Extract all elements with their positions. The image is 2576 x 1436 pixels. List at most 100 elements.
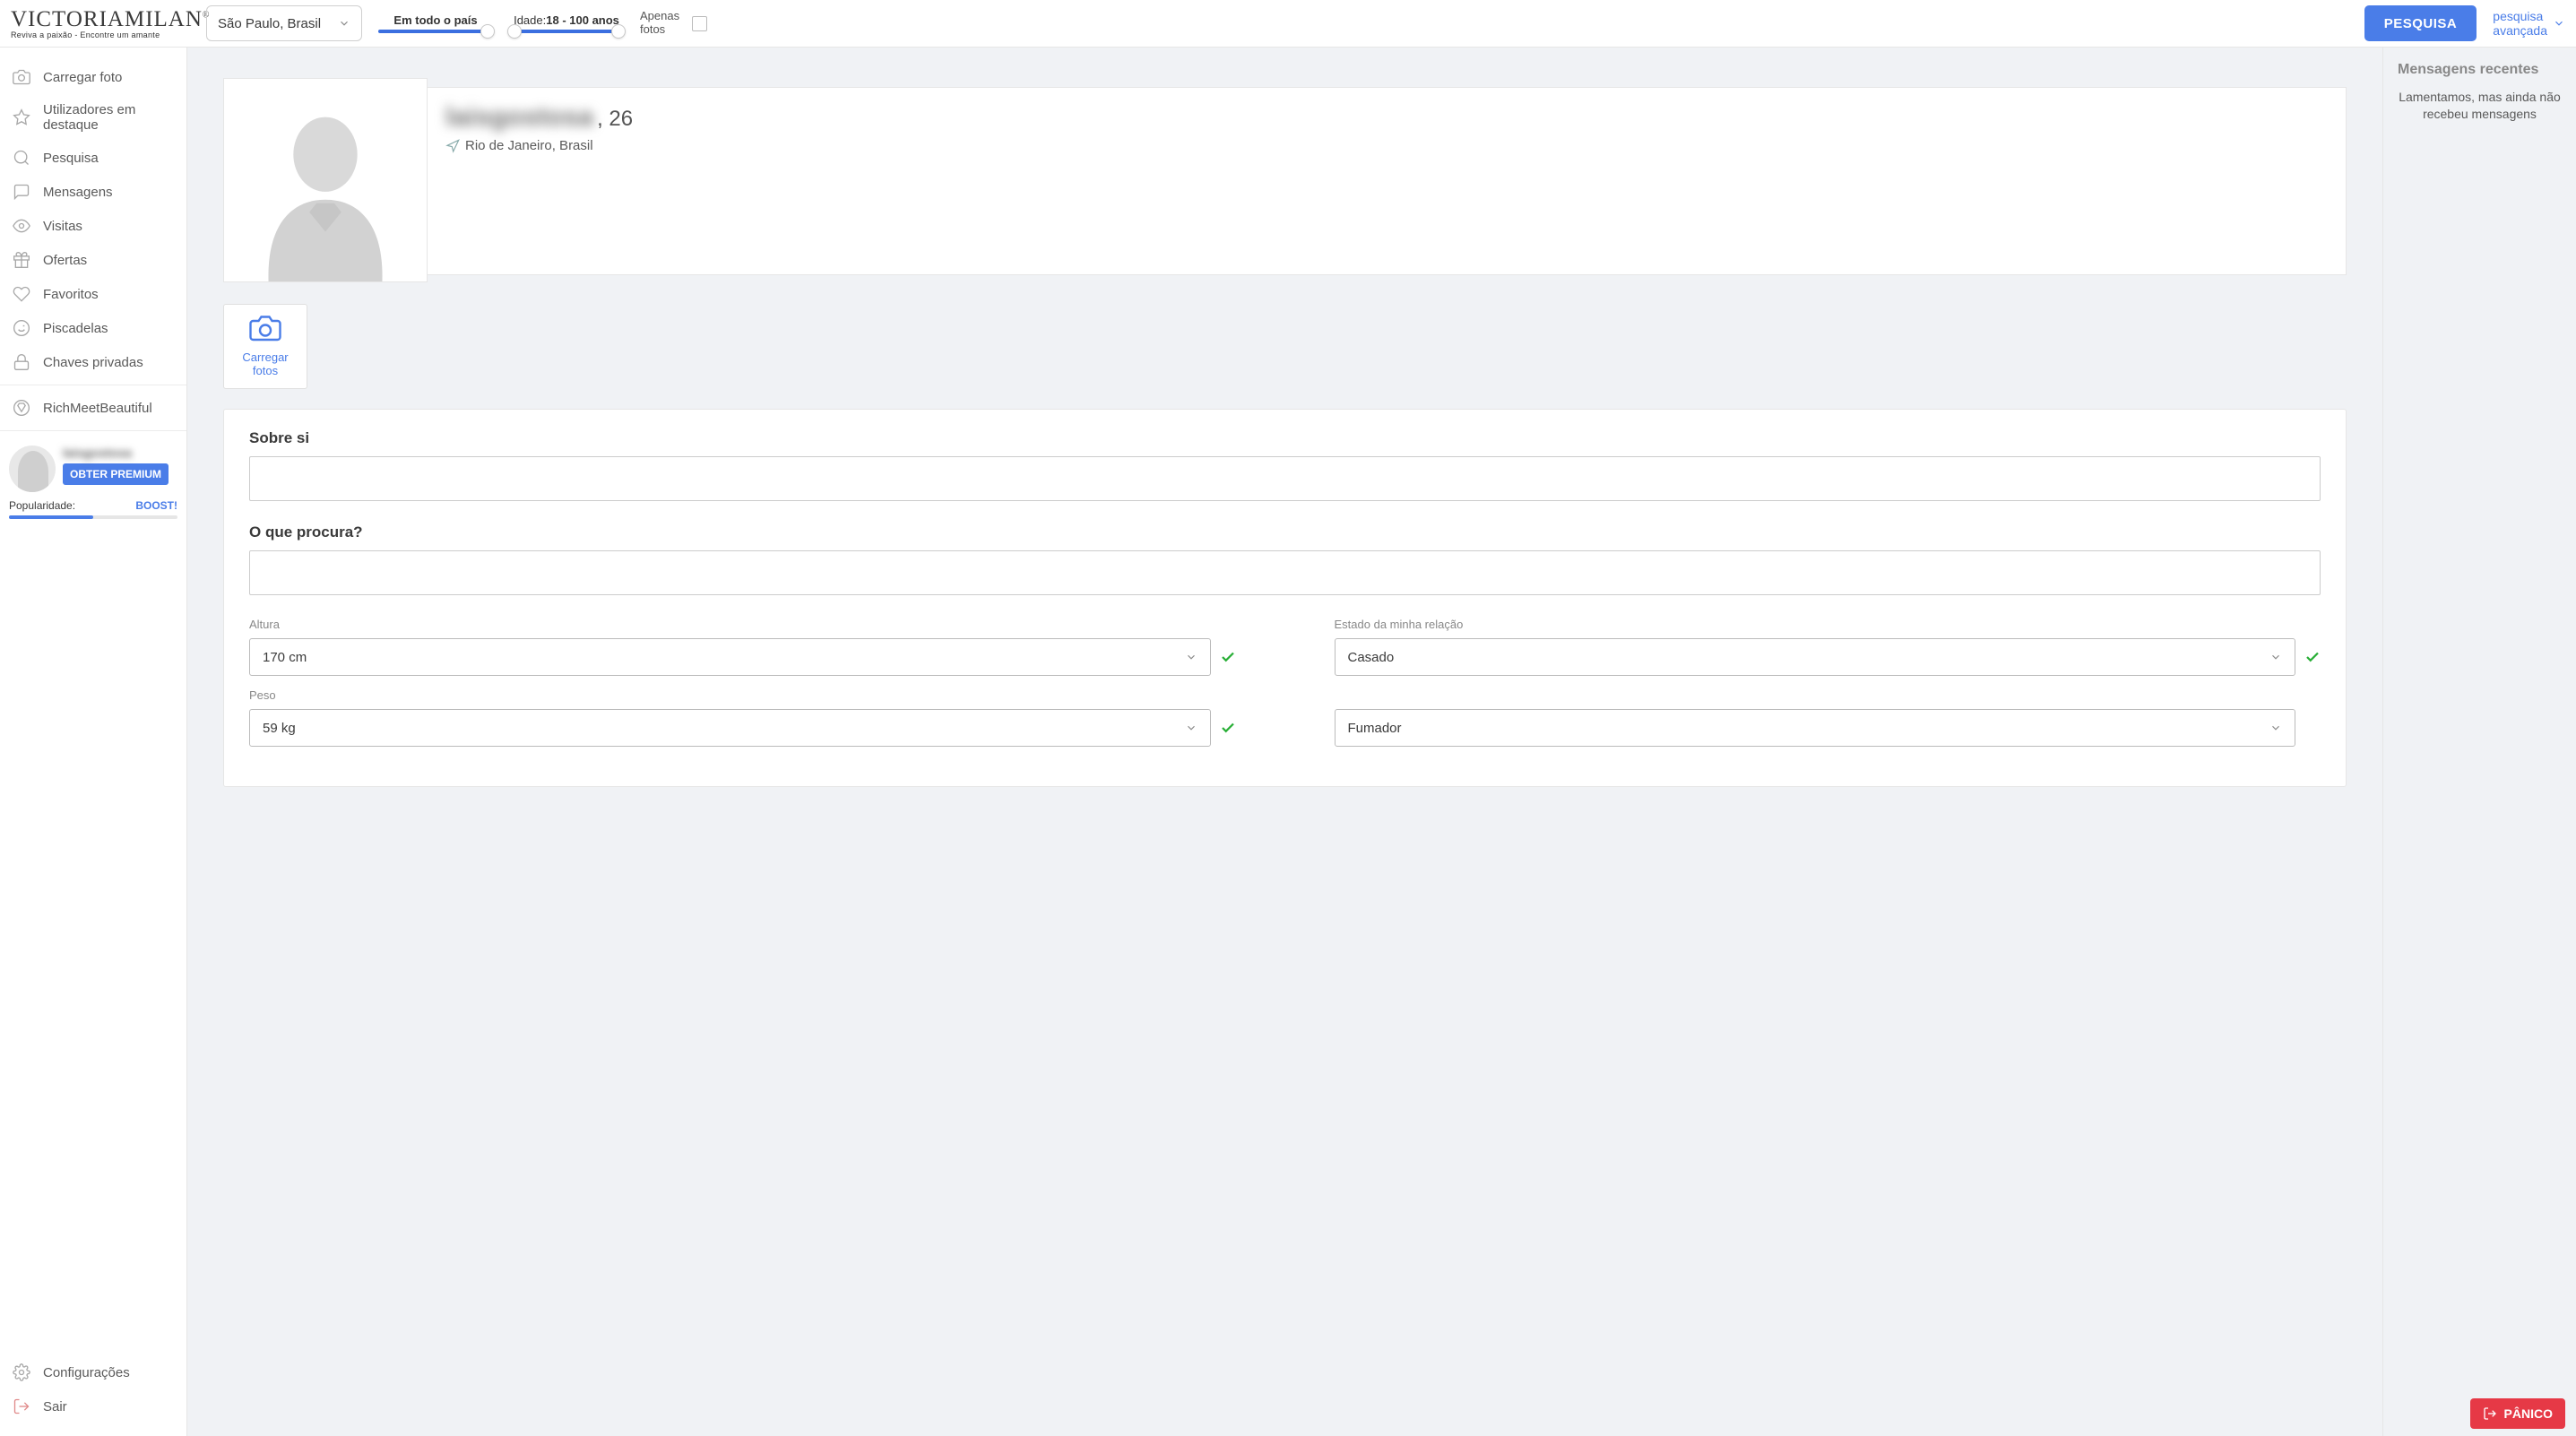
camera-icon [248,316,282,342]
relation-value: Casado [1348,650,1395,665]
weight-label: Peso [249,688,1236,702]
upload-photos-card[interactable]: Carregar fotos [223,304,307,389]
search-button[interactable]: PESQUISA [2364,5,2477,41]
logo-tagline: Reviva a paixão - Encontre um amante [11,30,160,39]
sidebar-item-lock[interactable]: Chaves privadas [0,345,186,379]
profile-username: laisgostosa [445,102,593,133]
smoker-value: Fumador [1348,721,1402,736]
weight-value: 59 kg [263,721,296,736]
profile-location: Rio de Janeiro, Brasil [465,138,593,153]
profile-avatar[interactable] [223,78,428,282]
sidebar-item-label: Utilizadores em destaque [43,102,174,133]
star-icon [13,108,30,126]
panic-button[interactable]: PÂNICO [2470,1398,2565,1429]
avatar-placeholder-icon [224,79,427,281]
chevron-down-icon [1185,651,1197,663]
sidebar-item-star[interactable]: Utilizadores em destaque [0,94,186,141]
sidebar-item-gift[interactable]: Ofertas [0,243,186,277]
chevron-down-icon [1185,722,1197,734]
sidebar-item-label: Carregar foto [43,70,122,85]
boost-link[interactable]: BOOST! [135,499,177,512]
exit-icon [2483,1406,2497,1421]
relation-label: Estado da minha relação [1335,618,2321,631]
sidebar-item-label: Configurações [43,1365,130,1380]
sidebar-item-label: Pesquisa [43,151,99,166]
mini-avatar[interactable] [9,446,56,492]
profile-form: Sobre si O que procura? Altura 170 cm Pe… [223,409,2347,787]
sidebar-item-camera[interactable]: Carregar foto [0,60,186,94]
height-select[interactable]: 170 cm [249,638,1211,676]
topbar: VICTORIAMILAN® Reviva a paixão - Encontr… [0,0,2576,48]
mini-profile: laisgostosa OBTER PREMIUM [0,437,186,496]
sidebar-item-chat[interactable]: Mensagens [0,175,186,209]
about-textarea[interactable] [249,456,2321,501]
chevron-down-icon [2269,722,2282,734]
photos-only: Apenas fotos [640,10,707,37]
chevron-down-icon [338,17,350,30]
logo[interactable]: VICTORIAMILAN® Reviva a paixão - Encontr… [11,7,190,39]
sidebar-item-search[interactable]: Pesquisa [0,141,186,175]
age-slider[interactable] [509,30,624,33]
wink-icon [13,319,30,337]
eye-icon [13,217,30,235]
sidebar-item-heart[interactable]: Favoritos [0,277,186,311]
profile-info-card: laisgostosa , 26 Rio de Janeiro, Brasil [428,87,2347,275]
main-content: laisgostosa , 26 Rio de Janeiro, Brasil … [187,48,2382,1436]
upload-l1: Carregar [231,350,299,364]
sidebar-item-label: Piscadelas [43,321,108,336]
smoker-select[interactable]: Fumador [1335,709,2296,747]
distance-slider[interactable] [378,30,493,33]
sidebar-item-label: RichMeetBeautiful [43,401,152,416]
gear-icon [13,1363,30,1381]
search-icon [13,149,30,167]
location-select[interactable]: São Paulo, Brasil [206,5,362,41]
about-label: Sobre si [249,429,2321,447]
logout-icon [13,1397,30,1415]
heart-icon [13,285,30,303]
smoker-label-spacer [1335,688,2321,702]
lookingfor-textarea[interactable] [249,550,2321,595]
advanced-search-link[interactable]: pesquisa avançada [2493,9,2565,38]
sidebar-item-wink[interactable]: Piscadelas [0,311,186,345]
sidebar-item-label: Mensagens [43,185,113,200]
gift-icon [13,251,30,269]
popularity-bar [9,515,177,519]
location-value: São Paulo, Brasil [218,16,321,31]
popularity-label: Popularidade: [9,499,75,512]
upload-l2: fotos [231,364,299,377]
sidebar-item-eye[interactable]: Visitas [0,209,186,243]
check-icon [1220,649,1236,665]
panic-label: PÂNICO [2504,1406,2553,1421]
logo-text: VICTORIAMILAN [11,7,203,31]
distance-range: Em todo o país [378,13,493,33]
height-label: Altura [249,618,1236,631]
photos-only-checkbox[interactable] [692,16,707,31]
height-value: 170 cm [263,650,307,665]
check-icon [2304,649,2321,665]
chat-icon [13,183,30,201]
lock-icon [13,353,30,371]
adv-search-l2: avançada [2493,23,2547,38]
relation-select[interactable]: Casado [1335,638,2296,676]
mini-username: laisgostosa [63,446,177,460]
messages-panel: Mensagens recentes Lamentamos, mas ainda… [2382,48,2576,1436]
profile-age: , 26 [597,107,633,132]
premium-button[interactable]: OBTER PREMIUM [63,463,169,485]
weight-select[interactable]: 59 kg [249,709,1211,747]
sidebar-item-richmeetbeautiful[interactable]: RichMeetBeautiful [0,391,186,425]
sidebar-item-label: Ofertas [43,253,87,268]
location-icon [445,139,460,153]
profile-header: laisgostosa , 26 Rio de Janeiro, Brasil [223,78,2347,282]
sidebar-item-settings[interactable]: Configurações [0,1355,186,1389]
adv-search-l1: pesquisa [2493,9,2547,23]
age-range: Idade:18 - 100 anos [509,13,624,33]
chevron-down-icon [2553,17,2565,30]
check-icon [1220,720,1236,736]
photos-only-label: Apenas fotos [640,10,683,37]
sidebar-item-label: Favoritos [43,287,99,302]
lookingfor-label: O que procura? [249,523,2321,541]
age-value: 18 - 100 anos [546,13,619,27]
distance-label: Em todo o país [393,13,477,27]
sidebar-item-logout[interactable]: Sair [0,1389,186,1423]
messages-title: Mensagens recentes [2398,62,2562,78]
